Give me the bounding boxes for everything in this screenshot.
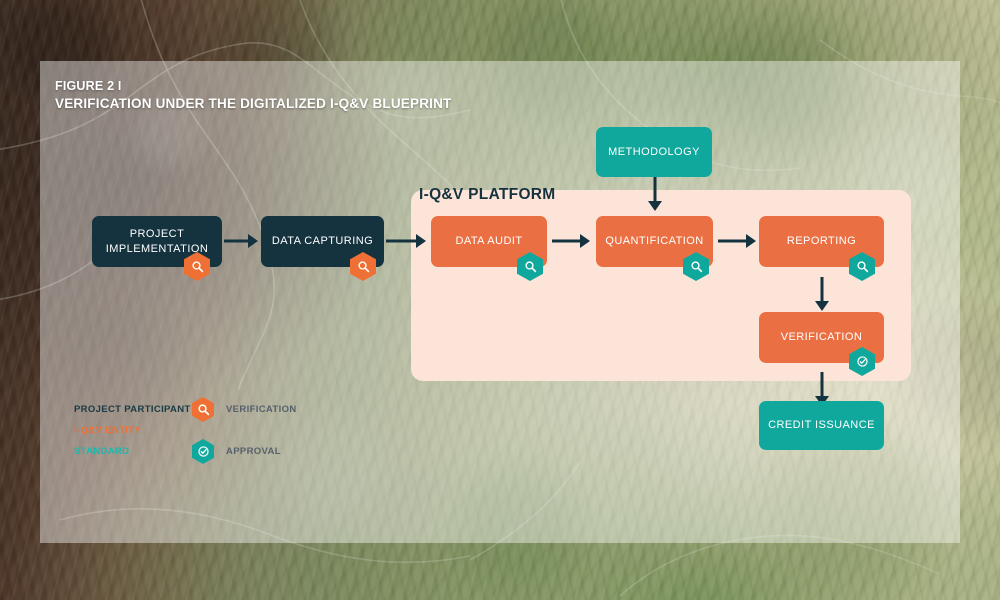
flow-diagram: I-Q&V PLATFORM METHODOLOGY PROJECT IMPLE… — [0, 0, 1000, 600]
node-methodology-label: METHODOLOGY — [608, 145, 700, 158]
legend-label-verification: VERIFICATION — [226, 404, 297, 415]
search-icon — [197, 404, 209, 416]
i-q-and-v-platform-label: I-Q&V PLATFORM — [419, 186, 556, 203]
legend-row-i-q-and-v-entity: I-Q&V ENTITY — [74, 420, 297, 441]
node-quantification-label: QUANTIFICATION — [605, 235, 704, 248]
node-verification-label: VERIFICATION — [780, 331, 863, 344]
node-data-capturing-label: DATA CAPTURING — [271, 235, 374, 248]
search-icon — [856, 261, 868, 273]
search-hexagon-icon — [192, 397, 214, 422]
legend-row-project-participant: PROJECT PARTICIPANT VERIFICATION — [74, 397, 297, 422]
legend-icon-spacer-1 — [192, 420, 222, 441]
legend-label-approval: APPROVAL — [226, 446, 281, 457]
legend: PROJECT PARTICIPANT VERIFICATION I-Q&V E… — [74, 397, 297, 464]
arrow-methodology-to-quantification — [645, 177, 665, 213]
arrow-data-audit-to-quantification — [552, 231, 592, 251]
legend-icon-approval — [192, 439, 222, 464]
node-data-audit-label: DATA AUDIT — [455, 235, 523, 248]
legend-icon-verification — [192, 397, 222, 422]
node-credit-issuance-label: CREDIT ISSUANCE — [768, 419, 875, 432]
search-icon — [524, 261, 536, 273]
search-icon — [191, 261, 203, 273]
search-icon — [690, 261, 702, 273]
node-methodology[interactable]: METHODOLOGY — [596, 127, 712, 177]
node-project-implementation-label: PROJECT IMPLEMENTATION — [105, 228, 209, 255]
legend-row-standard: STANDARD APPROVAL — [74, 439, 297, 464]
check-circle-icon — [197, 446, 209, 457]
legend-key-standard: STANDARD — [74, 446, 130, 457]
node-reporting-label: REPORTING — [786, 235, 857, 248]
arrow-project-implementation-to-data-capturing — [224, 231, 260, 251]
search-icon — [357, 261, 369, 273]
check-hexagon-icon — [192, 439, 214, 464]
legend-key-project-participant: PROJECT PARTICIPANT — [74, 404, 191, 415]
arrow-data-capturing-to-data-audit — [386, 231, 428, 251]
node-credit-issuance[interactable]: CREDIT ISSUANCE — [759, 401, 884, 450]
arrow-reporting-to-verification — [812, 277, 832, 313]
legend-key-i-q-and-v-entity: I-Q&V ENTITY — [74, 425, 142, 436]
arrow-quantification-to-reporting — [718, 231, 758, 251]
check-circle-icon — [856, 356, 868, 367]
